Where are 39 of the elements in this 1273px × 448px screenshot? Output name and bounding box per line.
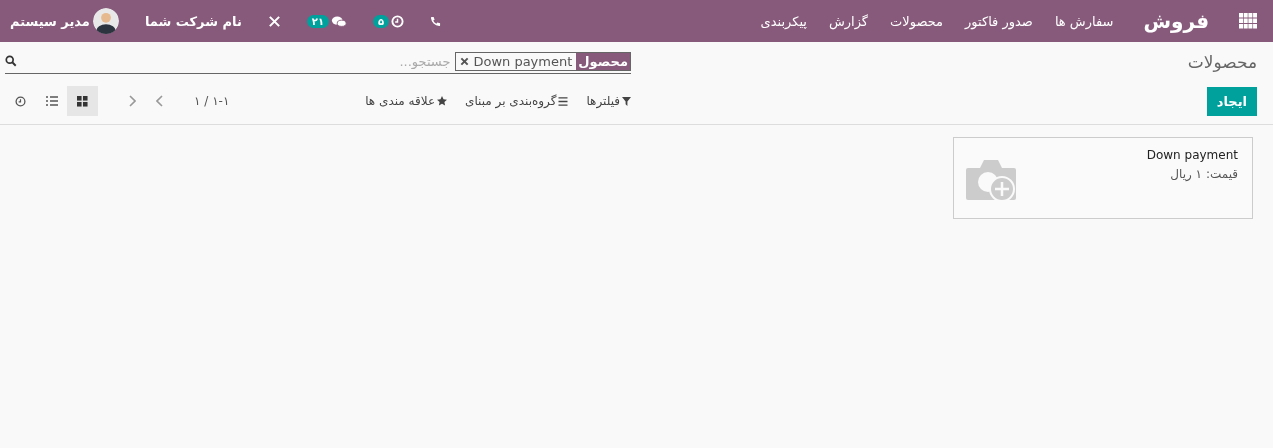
clock-icon [391,14,405,28]
create-button[interactable]: ایجاد [1206,86,1257,116]
menu-item[interactable]: محصولات [890,13,944,29]
grid-icon [77,95,88,107]
product-name: Down payment [1146,148,1238,162]
message-count-badge: ۲۱ [306,14,329,28]
app-title: فروش [1143,9,1209,33]
clock-icon [15,95,26,107]
menu-item[interactable]: سفارش ها [1054,13,1114,29]
next-icon[interactable] [156,95,164,107]
star-icon [437,96,448,106]
user-menu[interactable]: مدیر سیستم [10,8,119,34]
chat-icon [331,14,347,28]
facet-label: محصول [576,52,630,70]
facet-value: Down payment [472,52,574,70]
avatar-icon [92,8,119,34]
remove-icon[interactable] [460,56,470,66]
menu-item[interactable]: صدور فاکتور [965,13,1033,29]
previous-icon[interactable] [128,95,136,107]
activity-button[interactable]: ۵ [373,14,405,28]
breadcrumb: محصولات [1187,52,1257,72]
search-icon[interactable] [5,55,17,67]
phone-icon[interactable] [430,15,442,27]
apps-menu-icon[interactable] [1239,13,1257,29]
menu-item[interactable]: پیکربندی [760,13,807,29]
list-icon [45,96,58,106]
camera-add-icon [966,158,1018,202]
messages-button[interactable]: ۲۱ [306,14,347,28]
bars-icon [558,96,569,106]
search-option-button[interactable]: فیلترها [586,94,631,108]
view-switch-button[interactable] [67,86,98,116]
search-option-button[interactable]: گروه‌بندی بر مبنای [465,94,569,108]
product-price: قیمت: ۱ ریال [1169,167,1238,181]
company-name[interactable]: نام شرکت شما [144,13,242,29]
filter-icon [622,96,631,106]
pager-value[interactable]: ۱-۱ / ۱ [194,94,230,108]
search-option-button[interactable]: علاقه مندی ها [365,94,448,108]
activity-count-badge: ۵ [373,14,390,28]
menu-item[interactable]: گزارش [828,13,869,29]
